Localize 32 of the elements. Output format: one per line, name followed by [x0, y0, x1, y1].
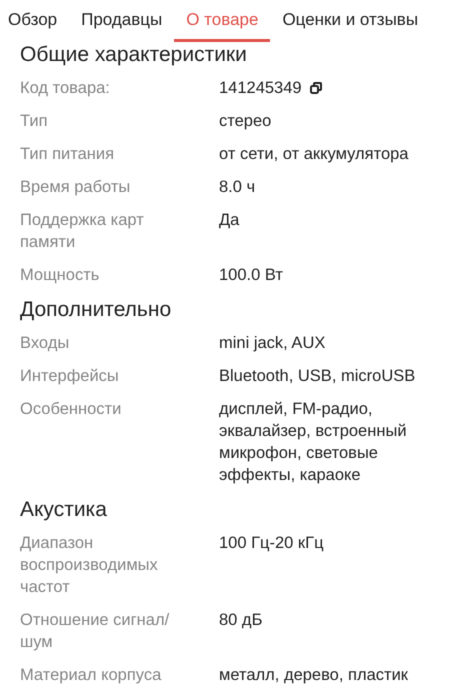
- copy-icon[interactable]: [310, 82, 322, 94]
- spec-label: Особенности: [20, 399, 122, 420]
- tab[interactable]: О товаре: [174, 0, 270, 42]
- spec-value: 80 дБ: [219, 610, 262, 631]
- tab[interactable]: Оценки и отзывы: [270, 0, 430, 42]
- spec-value: Да: [219, 210, 240, 231]
- spec-value: 8.0 ч: [219, 177, 256, 198]
- section-title: Дополнительно: [20, 297, 172, 323]
- spec-value: 100 Гц-20 кГц: [219, 533, 324, 554]
- spec-value: mini jack, AUX: [219, 333, 326, 354]
- spec-label: Материал корпуса: [20, 665, 162, 686]
- spec-value: от сети, от аккумулятора: [219, 144, 408, 165]
- spec-value: дисплей, FM-радио, эквалайзер, встроенный микрофон, световые эффекты, караоке: [219, 399, 408, 486]
- spec-label: Диапазон воспроизводимых частот: [20, 533, 159, 598]
- spec-label: Поддержка карт памяти: [20, 210, 145, 253]
- spec-label: Отношение сигнал/шум: [20, 610, 170, 653]
- spec-label: Тип питания: [20, 144, 116, 165]
- spec-value: 100.0 Вт: [219, 265, 283, 286]
- spec-label: Интерфейсы: [20, 366, 120, 387]
- spec-label: Время работы: [20, 177, 132, 198]
- spec-label: Входы: [20, 333, 70, 354]
- spec-label: Мощность: [20, 265, 100, 286]
- spec-label: Код товара:: [20, 78, 111, 99]
- spec-value: Bluetooth, USB, microUSB: [219, 366, 416, 387]
- spec-value: 141245349: [219, 78, 302, 99]
- spec-value: металл, дерево, пластик: [219, 665, 408, 686]
- spec-value: стерео: [219, 111, 272, 132]
- spec-label: Тип: [20, 111, 49, 132]
- tab[interactable]: Обзор: [0, 0, 70, 42]
- section-title: Акустика: [20, 497, 108, 523]
- section-title: Общие характеристики: [20, 42, 248, 68]
- tab[interactable]: Продавцы: [69, 0, 174, 42]
